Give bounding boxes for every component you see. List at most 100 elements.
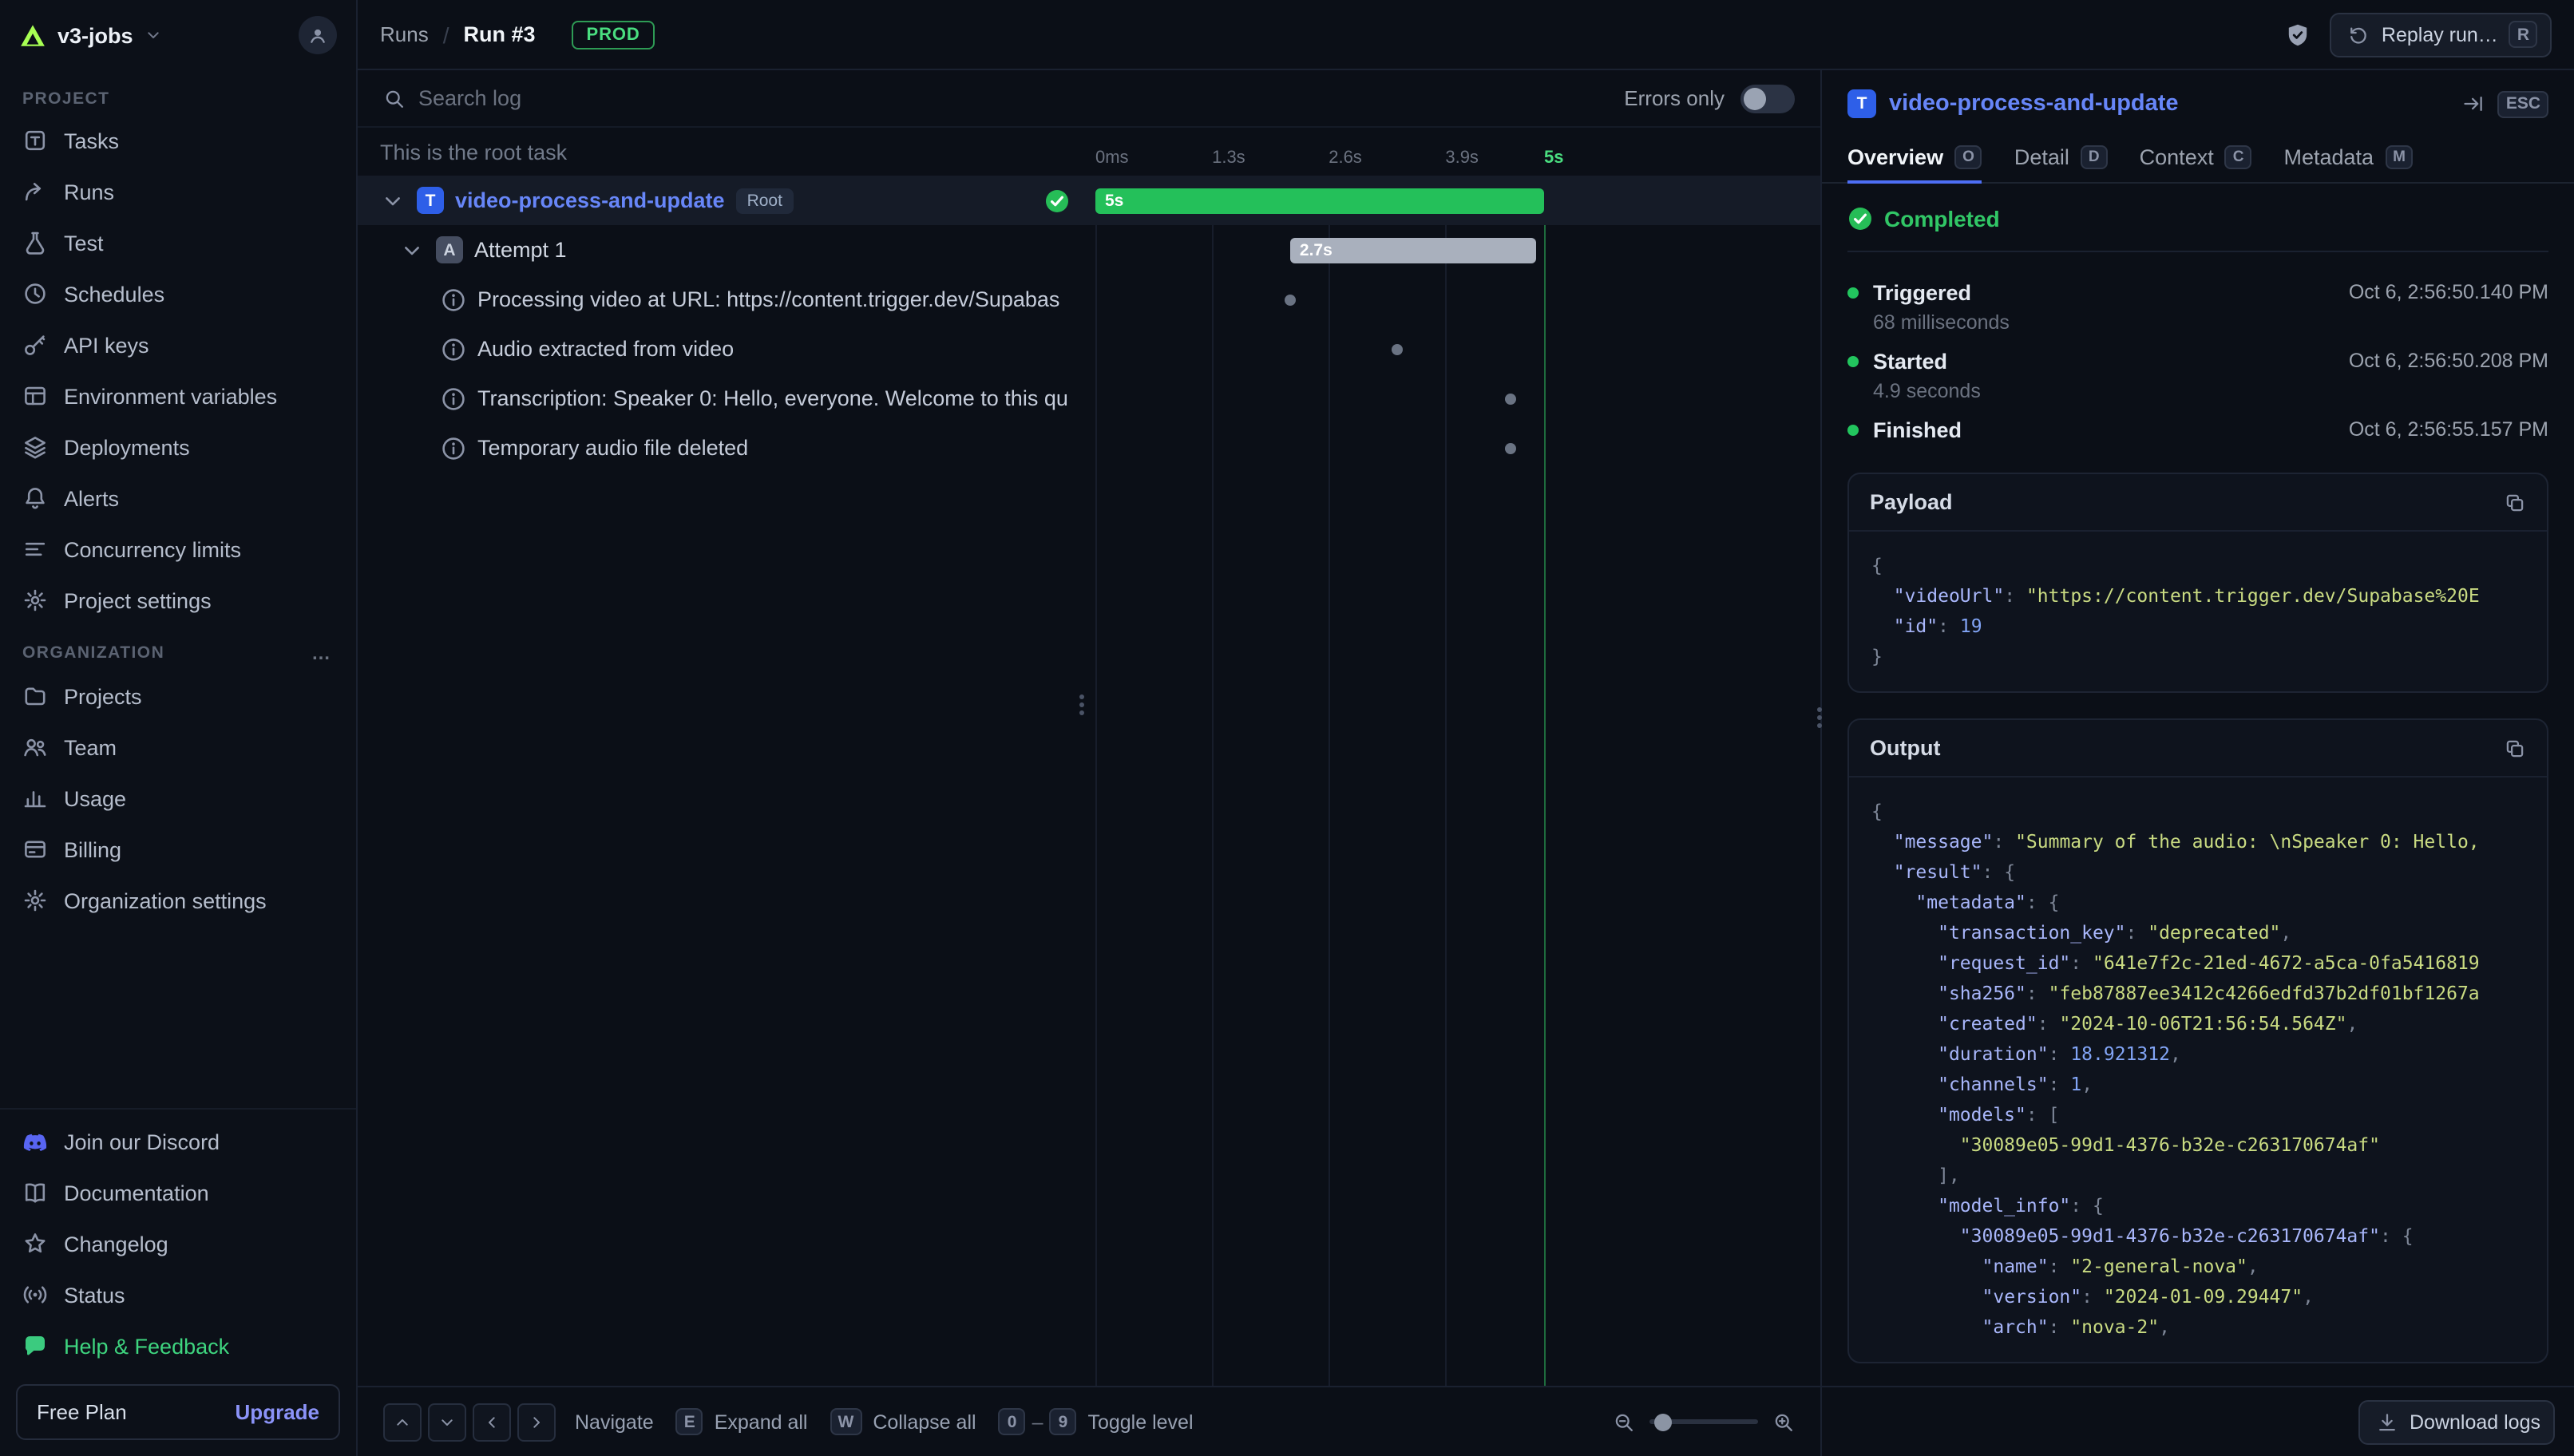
sidebar-item-alerts[interactable]: Alerts <box>0 473 356 524</box>
sidebar-item-project-settings[interactable]: Project settings <box>0 575 356 626</box>
tab-metadata[interactable]: MetadataM <box>2283 131 2413 182</box>
sidebar-item-changelog[interactable]: Changelog <box>0 1218 356 1269</box>
column-resize-handle[interactable] <box>1079 694 1084 714</box>
section-label-organization: ORGANIZATION… <box>0 626 356 671</box>
log-row-attempt-1[interactable]: AAttempt 12.7s <box>358 225 1820 275</box>
sidebar-item-help-feedback[interactable]: Help & Feedback <box>0 1320 356 1371</box>
sidebar-item-runs[interactable]: Runs <box>0 166 356 217</box>
code-line: "30089e05-99d1-4376-b32e-c263170674af": … <box>1871 1221 2524 1252</box>
log-event-dot <box>1392 343 1403 354</box>
run-log-panel: Errors only This is the root task 0ms1.3… <box>358 70 1820 1456</box>
sidebar-item-label: Team <box>64 735 117 759</box>
log-row-label: Attempt 1 <box>474 238 567 262</box>
sidebar-item-api-keys[interactable]: API keys <box>0 319 356 370</box>
sidebar: v3-jobs PROJECTTasksRunsTestSchedulesAPI… <box>0 0 358 1456</box>
breadcrumb-runs[interactable]: Runs <box>380 22 429 46</box>
collapse-all-control[interactable]: W Collapse all <box>830 1408 998 1435</box>
code-line: ], <box>1871 1161 2524 1191</box>
log-row-video-process-and-update[interactable]: Tvideo-process-and-updateRoot5s <box>358 176 1820 225</box>
code-line: "created": "2024-10-06T21:56:54.564Z", <box>1871 1009 2524 1039</box>
org-menu-button[interactable]: … <box>311 642 334 664</box>
log-row-temporary-audio-file-deleted[interactable]: Temporary audio file deleted <box>358 423 1820 473</box>
log-event-dot <box>1505 393 1516 404</box>
sidebar-item-label: Runs <box>64 180 114 204</box>
navigate-down-button[interactable] <box>428 1403 466 1441</box>
toggle-level-kbd-from: 0 <box>999 1408 1026 1435</box>
toggle-level-control[interactable]: 0 – 9 Toggle level <box>999 1408 1216 1435</box>
sidebar-item-tasks[interactable]: Tasks <box>0 115 356 166</box>
breadcrumb-current: Run #3 <box>464 22 536 46</box>
download-logs-button[interactable]: Download logs <box>2358 1399 2555 1444</box>
api-keys-icon <box>22 332 48 358</box>
esc-kbd[interactable]: ESC <box>2498 90 2548 117</box>
collapse-all-kbd: W <box>830 1408 861 1435</box>
shield-icon[interactable] <box>2286 22 2311 47</box>
search-log-input[interactable] <box>418 86 1611 110</box>
replay-kbd: R <box>2509 21 2537 48</box>
org-switcher[interactable]: v3-jobs <box>57 23 133 47</box>
expand-all-control[interactable]: E Expand all <box>676 1408 830 1435</box>
sidebar-item-schedules[interactable]: Schedules <box>0 268 356 319</box>
toggle-level-kbd-to: 9 <box>1049 1408 1076 1435</box>
sidebar-item-status[interactable]: Status <box>0 1269 356 1320</box>
sidebar-item-projects[interactable]: Projects <box>0 671 356 722</box>
sidebar-item-concurrency-limits[interactable]: Concurrency limits <box>0 524 356 575</box>
sidebar-item-organization-settings[interactable]: Organization settings <box>0 875 356 926</box>
log-row-label: Transcription: Speaker 0: Hello, everyon… <box>477 386 1068 410</box>
event-dot <box>1847 355 1859 366</box>
sidebar-item-test[interactable]: Test <box>0 217 356 268</box>
sidebar-item-team[interactable]: Team <box>0 722 356 773</box>
chevron-down-icon[interactable] <box>145 26 164 45</box>
navigate-up-button[interactable] <box>383 1403 422 1441</box>
event-dot <box>1847 287 1859 298</box>
navigate-right-button[interactable] <box>517 1403 556 1441</box>
log-row-audio-extracted-from-video[interactable]: Audio extracted from video <box>358 324 1820 374</box>
inspector-footer: Download logs <box>1822 1386 2574 1456</box>
inspector-title: video-process-and-update <box>1889 91 2450 117</box>
sidebar-nav: PROJECTTasksRunsTestSchedulesAPI keysEnv… <box>0 70 356 1108</box>
collapse-panel-icon[interactable] <box>2463 93 2485 115</box>
discord-icon <box>22 1129 48 1154</box>
sidebar-item-documentation[interactable]: Documentation <box>0 1167 356 1218</box>
copy-icon[interactable] <box>2504 491 2526 513</box>
duration-bar[interactable]: 2.7s <box>1290 237 1536 263</box>
toggle-level-range-sep: – <box>1032 1410 1043 1433</box>
root-task-hint: This is the root task <box>380 140 567 164</box>
panel-resize-handle[interactable] <box>1817 708 1822 729</box>
status-icon <box>22 1282 48 1308</box>
tab-context[interactable]: ContextC <box>2140 131 2252 182</box>
sidebar-item-join-our-discord[interactable]: Join our Discord <box>0 1116 356 1167</box>
zoom-slider[interactable] <box>1649 1419 1758 1424</box>
event-label: Started <box>1873 349 2334 373</box>
zoom-in-icon[interactable] <box>1772 1410 1795 1433</box>
upgrade-link[interactable]: Upgrade <box>236 1400 319 1424</box>
search-icon <box>383 87 406 109</box>
replay-run-button[interactable]: Replay run… R <box>2330 12 2552 57</box>
payload-card: Payload { "videoUrl": "https://content.t… <box>1847 473 2548 693</box>
log-row-transcription-speaker-0-hello-everyone-welcome-to-this-qu[interactable]: Transcription: Speaker 0: Hello, everyon… <box>358 374 1820 423</box>
sidebar-item-usage[interactable]: Usage <box>0 773 356 824</box>
user-avatar[interactable] <box>299 16 337 54</box>
log-row-processing-video-at-url-https-content-trigger-dev-supabas[interactable]: Processing video at URL: https://content… <box>358 275 1820 324</box>
sidebar-item-environment-variables[interactable]: Environment variables <box>0 370 356 421</box>
chevron-left-icon <box>482 1412 501 1431</box>
main-area: Runs / Run #3 PROD Replay run… R <box>358 0 2574 1456</box>
copy-icon[interactable] <box>2504 737 2526 759</box>
info-icon <box>441 336 466 362</box>
tab-kbd: O <box>1954 144 1982 168</box>
inspector-header: T video-process-and-update ESC <box>1822 70 2574 131</box>
errors-only-toggle[interactable] <box>1740 84 1795 113</box>
tab-detail[interactable]: DetailD <box>2014 131 2108 182</box>
sidebar-item-deployments[interactable]: Deployments <box>0 421 356 473</box>
zoom-slider-knob[interactable] <box>1654 1413 1672 1430</box>
navigate-left-button[interactable] <box>473 1403 511 1441</box>
duration-bar[interactable]: 5s <box>1095 188 1544 213</box>
event-duration: 68 milliseconds <box>1873 311 2548 334</box>
zoom-out-icon[interactable] <box>1613 1410 1635 1433</box>
code-line: "videoUrl": "https://content.trigger.dev… <box>1871 581 2524 611</box>
status-badge: Completed <box>1884 206 2000 231</box>
time-tick: 1.3s <box>1212 148 1245 168</box>
tab-overview[interactable]: OverviewO <box>1847 131 1982 182</box>
code-line: "name": "2-general-nova", <box>1871 1252 2524 1282</box>
sidebar-item-billing[interactable]: Billing <box>0 824 356 875</box>
